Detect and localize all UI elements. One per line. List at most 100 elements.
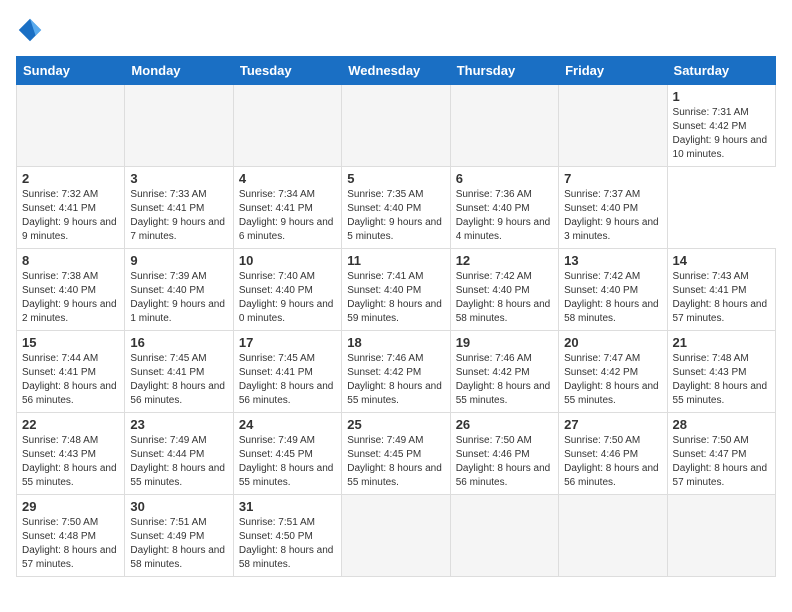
day-cell-15: 15Sunrise: 7:44 AMSunset: 4:41 PMDayligh… bbox=[17, 331, 125, 413]
day-number: 27 bbox=[564, 417, 661, 432]
day-number: 15 bbox=[22, 335, 119, 350]
day-cell-25: 25 Sunrise: 7:49 AMSunset: 4:45 PMDayligh… bbox=[342, 413, 450, 495]
empty-cell bbox=[342, 495, 450, 577]
empty-cell bbox=[559, 85, 667, 167]
day-cell-13: 13 Sunrise: 7:42 AMSunset: 4:40 PMDayligh… bbox=[559, 249, 667, 331]
day-detail: Sunrise: 7:48 AMSunset: 4:43 PMDaylight:… bbox=[22, 434, 119, 490]
day-cell-1: 1 Sunrise: 7:31 AMSunset: 4:42 PMDaylight… bbox=[667, 85, 775, 167]
day-number: 1 bbox=[673, 89, 770, 104]
col-header-tuesday: Tuesday bbox=[233, 57, 341, 85]
day-cell-5: 5 Sunrise: 7:35 AMSunset: 4:40 PMDaylight… bbox=[342, 167, 450, 249]
day-detail: Sunrise: 7:46 AMSunset: 4:42 PMDaylight:… bbox=[347, 352, 444, 408]
calendar-week-2: 2 Sunrise: 7:32 AMSunset: 4:41 PMDaylight… bbox=[17, 167, 776, 249]
day-detail: Sunrise: 7:45 AMSunset: 4:41 PMDaylight:… bbox=[239, 352, 336, 408]
empty-cell bbox=[233, 85, 341, 167]
day-detail: Sunrise: 7:40 AMSunset: 4:40 PMDaylight:… bbox=[239, 270, 336, 326]
day-number: 19 bbox=[456, 335, 553, 350]
day-cell-29: 29Sunrise: 7:50 AMSunset: 4:48 PMDayligh… bbox=[17, 495, 125, 577]
day-cell-31: 31 Sunrise: 7:51 AMSunset: 4:50 PMDayligh… bbox=[233, 495, 341, 577]
day-number: 4 bbox=[239, 171, 336, 186]
day-number: 25 bbox=[347, 417, 444, 432]
day-detail: Sunrise: 7:33 AMSunset: 4:41 PMDaylight:… bbox=[130, 188, 227, 244]
empty-cell bbox=[450, 495, 558, 577]
day-cell-17: 17 Sunrise: 7:45 AMSunset: 4:41 PMDayligh… bbox=[233, 331, 341, 413]
empty-cell bbox=[342, 85, 450, 167]
day-detail: Sunrise: 7:42 AMSunset: 4:40 PMDaylight:… bbox=[564, 270, 661, 326]
calendar-week-1: 1 Sunrise: 7:31 AMSunset: 4:42 PMDaylight… bbox=[17, 85, 776, 167]
calendar-week-4: 15Sunrise: 7:44 AMSunset: 4:41 PMDayligh… bbox=[17, 331, 776, 413]
day-cell-8: 8 Sunrise: 7:38 AMSunset: 4:40 PMDaylight… bbox=[17, 249, 125, 331]
day-cell-12: 12 Sunrise: 7:42 AMSunset: 4:40 PMDayligh… bbox=[450, 249, 558, 331]
day-cell-24: 24 Sunrise: 7:49 AMSunset: 4:45 PMDayligh… bbox=[233, 413, 341, 495]
day-number: 8 bbox=[22, 253, 119, 268]
day-cell-20: 20 Sunrise: 7:47 AMSunset: 4:42 PMDayligh… bbox=[559, 331, 667, 413]
day-detail: Sunrise: 7:49 AMSunset: 4:45 PMDaylight:… bbox=[347, 434, 444, 490]
day-cell-2: 2 Sunrise: 7:32 AMSunset: 4:41 PMDaylight… bbox=[17, 167, 125, 249]
day-cell-3: 3Sunrise: 7:33 AMSunset: 4:41 PMDaylight… bbox=[125, 167, 233, 249]
day-detail: Sunrise: 7:51 AMSunset: 4:49 PMDaylight:… bbox=[130, 516, 227, 572]
day-number: 5 bbox=[347, 171, 444, 186]
col-header-thursday: Thursday bbox=[450, 57, 558, 85]
day-cell-26: 26 Sunrise: 7:50 AMSunset: 4:46 PMDayligh… bbox=[450, 413, 558, 495]
day-number: 9 bbox=[130, 253, 227, 268]
calendar-week-3: 8 Sunrise: 7:38 AMSunset: 4:40 PMDaylight… bbox=[17, 249, 776, 331]
day-detail: Sunrise: 7:38 AMSunset: 4:40 PMDaylight:… bbox=[22, 270, 119, 326]
day-detail: Sunrise: 7:50 AMSunset: 4:47 PMDaylight:… bbox=[673, 434, 770, 490]
day-detail: Sunrise: 7:48 AMSunset: 4:43 PMDaylight:… bbox=[673, 352, 770, 408]
day-cell-9: 9 Sunrise: 7:39 AMSunset: 4:40 PMDaylight… bbox=[125, 249, 233, 331]
logo-icon bbox=[16, 16, 44, 44]
day-detail: Sunrise: 7:45 AMSunset: 4:41 PMDaylight:… bbox=[130, 352, 227, 408]
day-number: 26 bbox=[456, 417, 553, 432]
day-cell-16: 16Sunrise: 7:45 AMSunset: 4:41 PMDayligh… bbox=[125, 331, 233, 413]
day-cell-11: 11Sunrise: 7:41 AMSunset: 4:40 PMDayligh… bbox=[342, 249, 450, 331]
day-number: 28 bbox=[673, 417, 770, 432]
day-number: 20 bbox=[564, 335, 661, 350]
empty-cell bbox=[667, 495, 775, 577]
day-number: 12 bbox=[456, 253, 553, 268]
day-detail: Sunrise: 7:47 AMSunset: 4:42 PMDaylight:… bbox=[564, 352, 661, 408]
empty-cell bbox=[559, 495, 667, 577]
logo bbox=[16, 16, 48, 44]
day-number: 13 bbox=[564, 253, 661, 268]
day-cell-18: 18Sunrise: 7:46 AMSunset: 4:42 PMDayligh… bbox=[342, 331, 450, 413]
day-detail: Sunrise: 7:50 AMSunset: 4:46 PMDaylight:… bbox=[456, 434, 553, 490]
day-number: 31 bbox=[239, 499, 336, 514]
day-detail: Sunrise: 7:37 AMSunset: 4:40 PMDaylight:… bbox=[564, 188, 661, 244]
day-detail: Sunrise: 7:42 AMSunset: 4:40 PMDaylight:… bbox=[456, 270, 553, 326]
col-header-monday: Monday bbox=[125, 57, 233, 85]
day-cell-30: 30Sunrise: 7:51 AMSunset: 4:49 PMDayligh… bbox=[125, 495, 233, 577]
day-cell-27: 27 Sunrise: 7:50 AMSunset: 4:46 PMDayligh… bbox=[559, 413, 667, 495]
day-detail: Sunrise: 7:46 AMSunset: 4:42 PMDaylight:… bbox=[456, 352, 553, 408]
day-detail: Sunrise: 7:31 AMSunset: 4:42 PMDaylight:… bbox=[673, 106, 770, 162]
day-number: 17 bbox=[239, 335, 336, 350]
day-cell-28: 28 Sunrise: 7:50 AMSunset: 4:47 PMDayligh… bbox=[667, 413, 775, 495]
day-number: 2 bbox=[22, 171, 119, 186]
header-row: SundayMondayTuesdayWednesdayThursdayFrid… bbox=[17, 57, 776, 85]
day-number: 6 bbox=[456, 171, 553, 186]
empty-cell bbox=[17, 85, 125, 167]
day-number: 21 bbox=[673, 335, 770, 350]
col-header-friday: Friday bbox=[559, 57, 667, 85]
day-number: 10 bbox=[239, 253, 336, 268]
page-container: SundayMondayTuesdayWednesdayThursdayFrid… bbox=[0, 0, 792, 585]
day-detail: Sunrise: 7:34 AMSunset: 4:41 PMDaylight:… bbox=[239, 188, 336, 244]
day-detail: Sunrise: 7:32 AMSunset: 4:41 PMDaylight:… bbox=[22, 188, 119, 244]
day-detail: Sunrise: 7:49 AMSunset: 4:45 PMDaylight:… bbox=[239, 434, 336, 490]
day-number: 7 bbox=[564, 171, 661, 186]
day-detail: Sunrise: 7:50 AMSunset: 4:46 PMDaylight:… bbox=[564, 434, 661, 490]
empty-cell bbox=[450, 85, 558, 167]
day-detail: Sunrise: 7:51 AMSunset: 4:50 PMDaylight:… bbox=[239, 516, 336, 572]
calendar-table: SundayMondayTuesdayWednesdayThursdayFrid… bbox=[16, 56, 776, 577]
calendar-week-5: 22Sunrise: 7:48 AMSunset: 4:43 PMDayligh… bbox=[17, 413, 776, 495]
day-cell-7: 7 Sunrise: 7:37 AMSunset: 4:40 PMDaylight… bbox=[559, 167, 667, 249]
day-detail: Sunrise: 7:36 AMSunset: 4:40 PMDaylight:… bbox=[456, 188, 553, 244]
day-detail: Sunrise: 7:39 AMSunset: 4:40 PMDaylight:… bbox=[130, 270, 227, 326]
day-cell-21: 21 Sunrise: 7:48 AMSunset: 4:43 PMDayligh… bbox=[667, 331, 775, 413]
day-number: 29 bbox=[22, 499, 119, 514]
col-header-saturday: Saturday bbox=[667, 57, 775, 85]
day-cell-22: 22Sunrise: 7:48 AMSunset: 4:43 PMDayligh… bbox=[17, 413, 125, 495]
day-cell-10: 10 Sunrise: 7:40 AMSunset: 4:40 PMDayligh… bbox=[233, 249, 341, 331]
day-detail: Sunrise: 7:35 AMSunset: 4:40 PMDaylight:… bbox=[347, 188, 444, 244]
day-number: 24 bbox=[239, 417, 336, 432]
day-cell-4: 4 Sunrise: 7:34 AMSunset: 4:41 PMDaylight… bbox=[233, 167, 341, 249]
